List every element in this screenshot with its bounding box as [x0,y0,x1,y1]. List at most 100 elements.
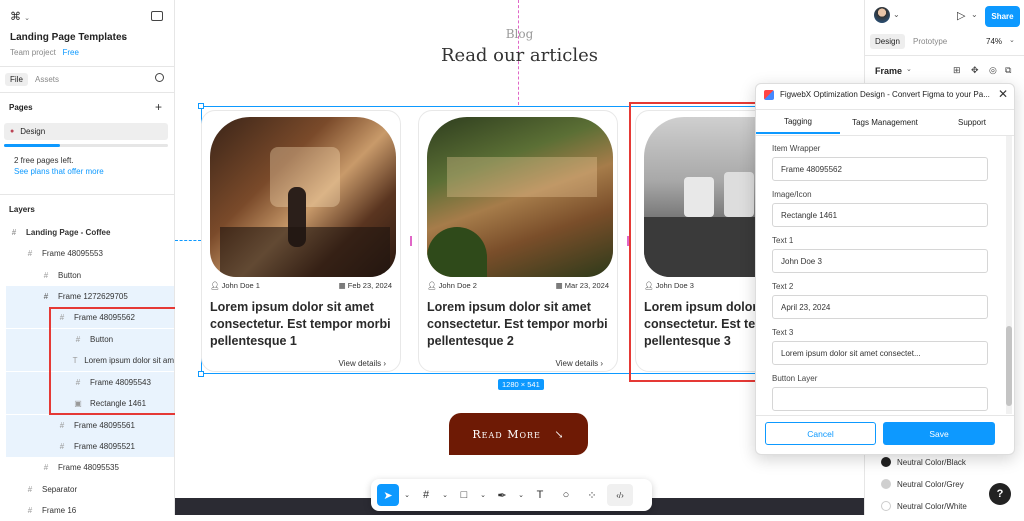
text-2-field[interactable]: April 23, 2024 [772,295,988,319]
avatar[interactable] [874,7,890,23]
image-icon-field[interactable]: Rectangle 1461 [772,203,988,227]
zoom-level[interactable]: 74% [986,37,1002,46]
close-icon[interactable]: ✕ [998,87,1008,101]
cafe-interior-photo [427,117,613,277]
chevron-down-icon[interactable]: ⌄ [120,32,127,41]
page-name: Design [20,127,46,136]
frame-label[interactable]: Frame [875,66,902,76]
plugin-title: FigwebX Optimization Design - Convert Fi… [780,90,990,99]
spacing-handle[interactable] [410,236,412,246]
move-tool-icon[interactable]: ➤ [377,484,399,506]
layer-row[interactable]: # Frame 1272629705 [6,286,174,307]
component-icon[interactable]: ✥ [971,65,979,76]
color-style-item[interactable]: Neutral Color/White [877,496,981,516]
guide-line [175,240,201,241]
field-label: Item Wrapper [772,144,821,153]
selection-highlight-box [629,102,757,382]
tab-tags-management[interactable]: Tags Management [840,110,930,134]
see-plans-link[interactable]: See plans that offer more [14,167,104,176]
coffee-shop-photo [210,117,396,277]
layer-row[interactable]: # Frame 16 [0,500,174,521]
read-more-button[interactable]: Read More ↘ [449,413,588,455]
mask-icon[interactable]: ◎ [989,65,997,76]
layer-row[interactable]: # Frame 48095553 [0,243,174,264]
pages-label: Pages [9,103,33,112]
figma-menu-icon[interactable]: ⌘ ⌄ [10,10,30,24]
chevron-down-icon[interactable]: ⌄ [517,484,525,506]
chevron-down-icon[interactable]: ⌄ [1009,36,1015,44]
color-style-item[interactable]: Neutral Color/Grey [877,474,981,494]
view-details-link[interactable]: View details › [556,359,603,368]
tab-support[interactable]: Support [930,110,1014,134]
panel-toggle-icon[interactable] [151,11,163,21]
text-1-field[interactable]: John Doe 3 [772,249,988,273]
tab-prototype[interactable]: Prototype [913,37,947,46]
view-details-link[interactable]: View details › [339,359,386,368]
chevron-down-icon[interactable]: ⌄ [479,484,487,506]
boolean-icon[interactable]: ⧉ [1005,65,1011,76]
comment-tool-icon[interactable]: ○ [555,484,577,506]
frame-icon: # [43,292,49,301]
layer-row[interactable]: # Landing Page - Coffee [0,222,174,243]
chevron-down-icon[interactable]: ⌄ [971,10,978,19]
pen-tool-icon[interactable]: ✒ [491,484,513,506]
arrow-down-right-icon: ↘ [554,427,565,441]
user-icon: 👤︎ [427,281,439,290]
grid-icon[interactable]: ⊞ [953,65,961,76]
cancel-button[interactable]: Cancel [765,422,876,445]
share-button[interactable]: Share [985,6,1020,27]
field-label: Image/Icon [772,190,812,199]
resize-handle[interactable] [198,103,204,109]
article-card[interactable]: 👤︎ John Doe 1 ▦ Feb 23, 2024 Lorem ipsum… [201,110,401,372]
page-item-design[interactable]: ● Design [4,123,168,140]
figwebx-logo-icon [764,90,774,100]
color-style-item[interactable]: Neutral Color/Black [877,452,981,472]
chevron-down-icon[interactable]: ⌄ [403,484,411,506]
save-button[interactable]: Save [883,422,995,445]
layer-row[interactable]: # Frame 48095561 [6,415,174,436]
layer-row[interactable]: # Frame 48095521 [6,436,174,457]
frame-icon: # [27,485,33,494]
card-title: Lorem ipsum dolor sit amet consectetur. … [427,300,608,348]
chevron-down-icon[interactable]: ⌄ [893,10,900,19]
pages-progress-bar [4,144,168,147]
tab-assets[interactable]: Assets [35,75,59,84]
help-button[interactable]: ? [989,483,1011,505]
layer-row[interactable]: # Separator [0,479,174,500]
add-page-icon[interactable]: + [155,100,162,114]
present-icon[interactable]: ▷ [957,9,965,22]
frame-icon: # [59,442,65,451]
frame-icon: # [43,463,49,472]
date: ▦ Feb 23, 2024 [338,281,392,290]
dev-mode-icon[interactable]: ‹/› [607,484,633,506]
chevron-down-icon[interactable]: ⌄ [906,65,912,73]
author: 👤︎ John Doe 2 [427,281,477,290]
tab-file[interactable]: File [5,73,28,86]
actions-tool-icon[interactable]: ⁘ [581,484,603,506]
resize-handle[interactable] [198,371,204,377]
rectangle-tool-icon[interactable]: □ [453,484,475,506]
field-label: Button Layer [772,374,818,383]
article-card[interactable]: 👤︎ John Doe 2 ▦ Mar 23, 2024 Lorem ipsum… [418,110,618,372]
frame-tool-icon[interactable]: # [415,484,437,506]
plan-badge[interactable]: Free [62,48,78,57]
layer-row[interactable]: # Frame 48095535 [0,457,174,478]
frame-icon: # [11,228,17,237]
scrollbar[interactable] [1006,136,1012,414]
frame-icon: # [43,271,49,280]
button-layer-field[interactable] [772,387,988,411]
item-wrapper-field[interactable]: Frame 48095562 [772,157,988,181]
layer-row[interactable]: # Button [0,265,174,286]
tab-tagging[interactable]: Tagging [756,110,840,134]
text-3-field[interactable]: Lorem ipsum dolor sit amet consectet... [772,341,988,365]
color-swatch [881,501,891,511]
layers-label: Layers [9,205,35,214]
size-badge: 1280 × 541 [498,379,544,390]
project-title[interactable]: Landing Page Templates [10,32,127,43]
selection-highlight-box [49,307,177,415]
text-tool-icon[interactable]: T [529,484,551,506]
search-icon[interactable] [155,73,164,82]
tab-design[interactable]: Design [870,34,905,49]
field-label: Text 2 [772,282,794,291]
chevron-down-icon[interactable]: ⌄ [441,484,449,506]
